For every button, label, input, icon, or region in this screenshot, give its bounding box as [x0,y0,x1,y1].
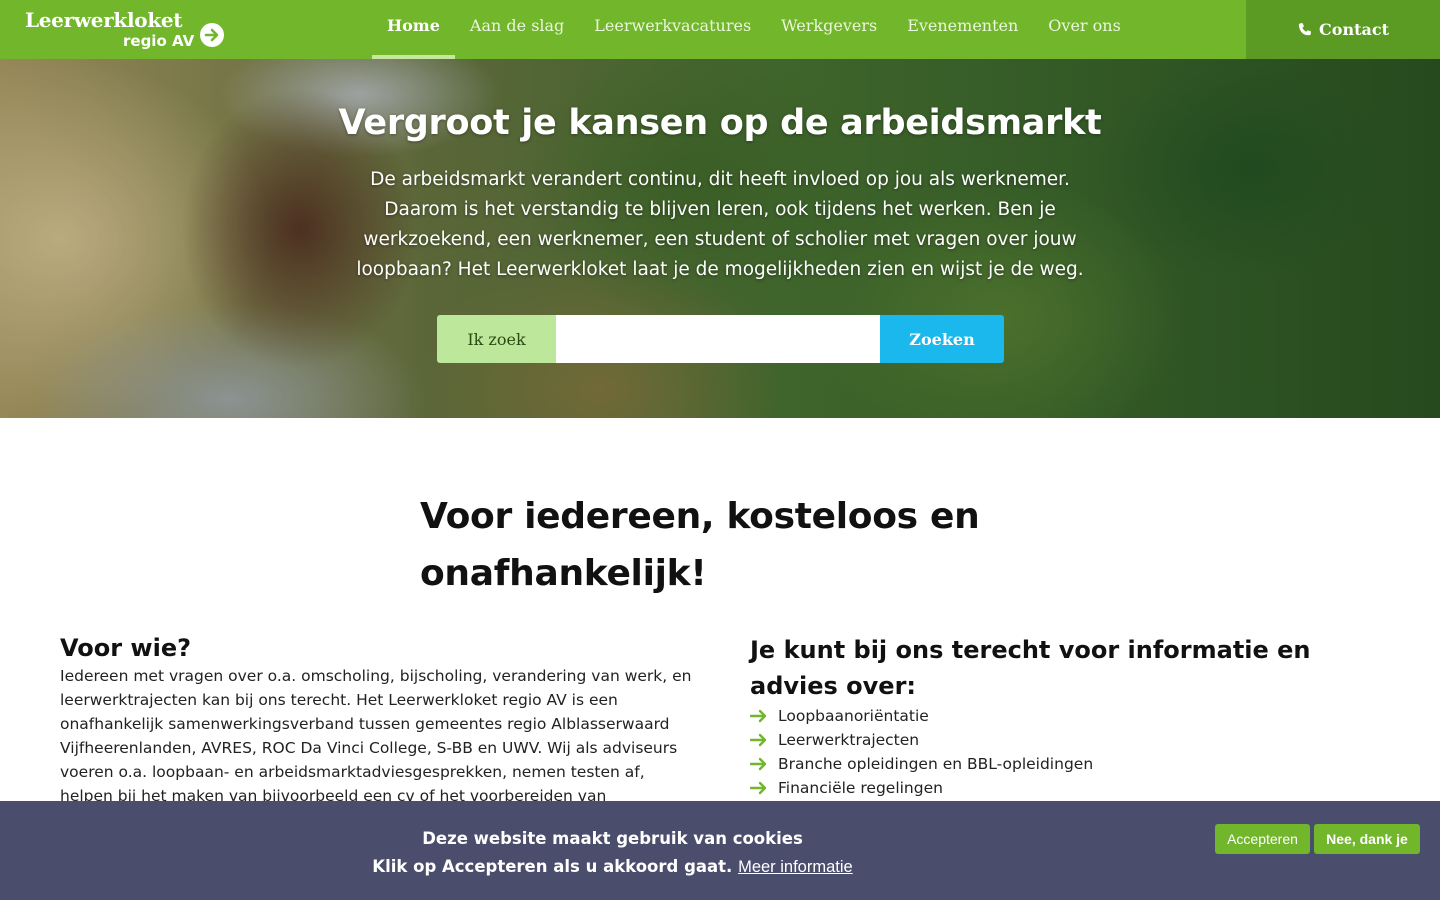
nav-item-evenementen[interactable]: Evenementen [892,0,1033,59]
logo-title: Leerwerkloket [25,8,183,32]
nav-item-home[interactable]: Home [372,0,455,59]
list-item: Financiële regelingen [750,776,1390,800]
contact-button[interactable]: Contact [1246,0,1440,59]
cookie-line-2-text: Klik op Accepteren als u akkoord gaat. [372,857,733,876]
site-logo[interactable]: Leerwerkloket regio AV [25,8,225,52]
nav-item-leerwerkvacatures[interactable]: Leerwerkvacatures [579,0,766,59]
list-item: Branche opleidingen en BBL-opleidingen [750,752,1390,776]
cookie-line-1: Deze website maakt gebruik van cookies [422,829,803,848]
cookie-banner: Deze website maakt gebruik van cookies K… [0,801,1440,900]
decline-cookies-button[interactable]: Nee, dank je [1314,824,1420,854]
search-form: Ik zoek Zoeken [437,315,1004,363]
advice-topics-heading: Je kunt bij ons terecht voor informatie … [750,636,1311,700]
accept-cookies-button[interactable]: Accepteren [1215,824,1310,854]
list-item: Loopbaanoriëntatie [750,704,1390,728]
nav-item-aan-de-slag[interactable]: Aan de slag [455,0,579,59]
list-item-label: Financiële regelingen [778,779,943,797]
nav-item-werkgevers[interactable]: Werkgevers [766,0,892,59]
nav-item-over-ons[interactable]: Over ons [1033,0,1136,59]
search-label: Ik zoek [437,315,556,363]
for-whom-text: Iedereen met vragen over o.a. omscholing… [60,667,692,805]
cookie-line-2: Klik op Accepteren als u akkoord gaat. M… [340,853,885,881]
advice-topics-section: Je kunt bij ons terecht voor informatie … [750,632,1390,800]
for-whom-heading: Voor wie? [60,634,192,662]
list-item: Leerwerktrajecten [750,728,1390,752]
arrow-right-icon [750,709,767,723]
hero-title: Vergroot je kansen op de arbeidsmarkt [338,103,1102,143]
cookie-message: Deze website maakt gebruik van cookies K… [340,825,885,881]
phone-icon [1298,22,1311,35]
list-item-label: Loopbaanoriëntatie [778,707,929,725]
hero-text: De arbeidsmarkt verandert continu, dit h… [356,169,1084,280]
more-info-link[interactable]: Meer informatie [738,858,853,876]
search-button[interactable]: Zoeken [880,315,1004,363]
arrow-right-icon [750,733,767,747]
list-item-label: Branche opleidingen en BBL-opleidingen [778,755,1094,773]
for-whom-section: Voor wie? Iedereen met vragen over o.a. … [60,632,700,808]
logo-subtitle: regio AV [123,32,195,50]
arrow-right-icon [750,757,767,771]
list-item-label: Leerwerktrajecten [778,731,920,749]
main-nav: Home Aan de slag Leerwerkvacatures Werkg… [372,0,1136,59]
advice-topics-list: Loopbaanoriëntatie Leerwerktrajecten Bra… [750,704,1390,800]
section-title: Voor iedereen, kosteloos en onafhankelij… [420,496,980,594]
hero-banner: Vergroot je kansen op de arbeidsmarkt De… [0,59,1440,418]
arrow-right-icon [750,781,767,795]
top-navigation-bar: Leerwerkloket regio AV Home Aan de slag … [0,0,1440,59]
arrow-right-circle-icon [200,23,224,47]
search-input[interactable] [556,315,880,363]
contact-label: Contact [1319,20,1389,39]
